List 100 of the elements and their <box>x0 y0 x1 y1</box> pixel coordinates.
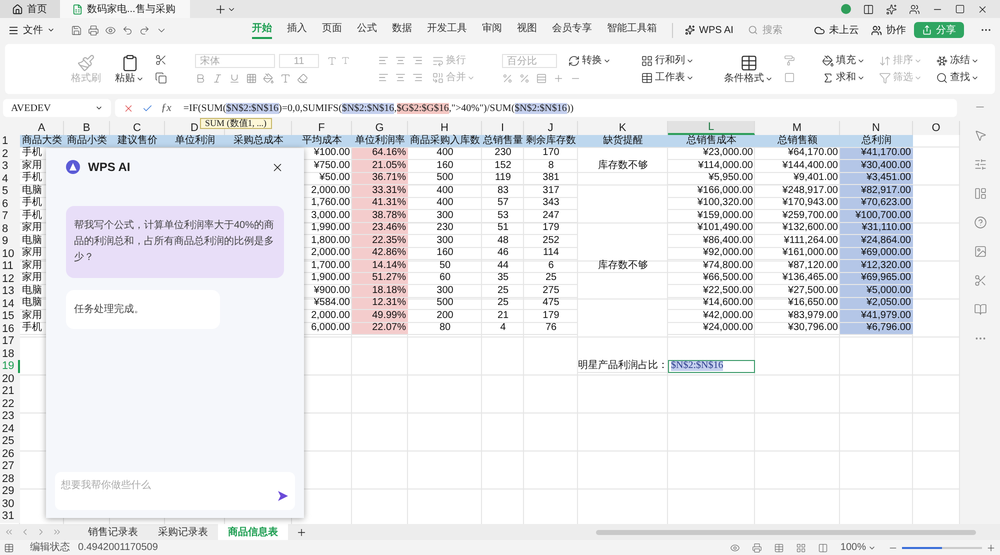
sliders-icon[interactable] <box>974 158 986 171</box>
row-header[interactable]: 30 <box>0 498 20 510</box>
row-header[interactable]: 22 <box>0 398 20 410</box>
sum-button[interactable]: 求和 <box>819 72 868 84</box>
ribbon-tab[interactable]: 页面 <box>322 21 342 39</box>
row-header[interactable]: 31 <box>0 510 20 522</box>
row-header[interactable]: 27 <box>0 460 20 472</box>
column-header[interactable]: O <box>913 121 960 135</box>
align-left-icon[interactable] <box>378 72 389 83</box>
save-icon[interactable] <box>71 24 82 36</box>
redo-icon[interactable] <box>139 24 150 36</box>
row-header[interactable]: 16 <box>0 322 20 335</box>
paste-button[interactable]: 粘贴 <box>112 54 147 84</box>
rows-columns-button[interactable]: 行和列 <box>638 54 697 66</box>
close-icon[interactable] <box>977 4 988 14</box>
percent-icon[interactable] <box>519 73 530 84</box>
horizontal-scrollbar[interactable] <box>596 530 976 534</box>
function-icon[interactable]: ƒx <box>161 100 172 116</box>
row-header[interactable]: 18 <box>0 348 20 360</box>
add-sheet-icon[interactable] <box>296 526 307 538</box>
row-header[interactable]: 11 <box>0 260 20 272</box>
maximize-icon[interactable] <box>955 4 965 14</box>
document-tab[interactable]: 数码家电...售与采购 <box>60 0 190 18</box>
eraser-icon[interactable] <box>297 73 308 84</box>
row-header[interactable]: 26 <box>0 448 20 460</box>
row-header[interactable]: 12 <box>0 272 20 285</box>
ribbon-tab[interactable]: 数据 <box>392 21 412 39</box>
increase-decimal-icon[interactable] <box>553 73 564 84</box>
layout-icon[interactable] <box>863 4 874 14</box>
new-tab-icon[interactable] <box>214 2 227 16</box>
font-color-icon[interactable] <box>280 73 291 84</box>
bold-icon[interactable] <box>195 73 206 84</box>
underline-icon[interactable] <box>229 73 240 84</box>
align-right-icon[interactable] <box>412 72 423 83</box>
fill-button[interactable]: 填充 <box>819 54 868 66</box>
shrink-font-icon[interactable] <box>341 56 350 65</box>
row-header[interactable]: 1 <box>0 135 20 148</box>
cell-style-icon[interactable] <box>784 55 795 66</box>
ribbon-tab[interactable]: 审阅 <box>482 21 502 39</box>
cut-icon[interactable] <box>155 54 167 66</box>
normal-view-icon[interactable] <box>774 542 784 552</box>
help-icon[interactable] <box>974 216 986 229</box>
worksheet-button[interactable]: 工作表 <box>638 72 697 84</box>
file-menu[interactable]: 文件 <box>8 22 55 38</box>
zoom-level[interactable]: 100% <box>840 540 876 555</box>
confirm-icon[interactable] <box>142 102 153 114</box>
row-header[interactable]: 6 <box>0 198 20 210</box>
first-sheet-icon[interactable] <box>4 527 14 537</box>
print-icon[interactable] <box>752 542 762 552</box>
sheet-tab[interactable]: 销售记录表 <box>78 524 148 540</box>
wps-ai-tab[interactable]: WPS AI <box>672 22 734 38</box>
row-header[interactable]: 3 <box>0 160 20 172</box>
scissors-icon[interactable] <box>974 274 986 287</box>
convert-button[interactable]: 转换 <box>565 55 614 67</box>
document-tab[interactable]: 首页 <box>0 0 60 18</box>
send-icon[interactable] <box>277 490 289 502</box>
row-header[interactable]: 9 <box>0 235 20 248</box>
pointer-icon[interactable] <box>974 129 986 142</box>
name-box[interactable]: AVEDEV <box>3 99 111 117</box>
row-header[interactable]: 23 <box>0 410 20 422</box>
page-view-icon[interactable] <box>796 542 806 552</box>
conditional-format-button[interactable]: 条件格式 <box>721 54 776 84</box>
account-icon[interactable] <box>909 4 920 14</box>
ribbon-tab[interactable]: 会员专享 <box>552 21 592 39</box>
eye-icon[interactable] <box>730 542 740 552</box>
row-header[interactable]: 17 <box>0 335 20 348</box>
collaborate-button[interactable]: 协作 <box>871 22 906 38</box>
row-header[interactable]: 15 <box>0 310 20 322</box>
row-header[interactable]: 24 <box>0 422 20 435</box>
align-center-icon[interactable] <box>395 72 406 83</box>
find-button[interactable]: 查找 <box>933 72 982 84</box>
row-header[interactable]: 21 <box>0 385 20 398</box>
border-icon[interactable] <box>246 73 257 84</box>
preview-icon[interactable] <box>105 24 116 36</box>
italic-icon[interactable] <box>212 73 223 84</box>
row-header[interactable]: 8 <box>0 222 20 235</box>
table-style-icon[interactable] <box>784 72 795 83</box>
row-header[interactable]: 25 <box>0 435 20 448</box>
row-header[interactable]: 13 <box>0 285 20 298</box>
grow-font-icon[interactable] <box>327 56 337 66</box>
copy-icon[interactable] <box>155 72 167 84</box>
row-header[interactable]: 4 <box>0 172 20 185</box>
ribbon-tab[interactable]: 智能工具箱 <box>607 21 657 39</box>
row-header[interactable]: 29 <box>0 485 20 498</box>
freeze-button[interactable]: 冻结 <box>933 54 982 66</box>
sheet-mode-icon[interactable] <box>4 542 14 552</box>
fill-color-icon[interactable] <box>263 73 274 84</box>
sheet-tab[interactable]: 采购记录表 <box>148 524 218 540</box>
row-header[interactable]: 14 <box>0 298 20 310</box>
sparkle-icon[interactable] <box>886 4 897 14</box>
page-break-icon[interactable] <box>818 542 828 552</box>
formula-field[interactable]: ƒx =IF(SUM($N$2:$N$16)=0,0,SUMIFS($N$2:$N$16,$G$2:$G$16,">40%")/SUM($N$2:$N$16)) <box>115 99 957 117</box>
row-header[interactable]: 5 <box>0 185 20 198</box>
row-header[interactable]: 2 <box>0 148 20 160</box>
cloud-button[interactable]: 未上云 <box>814 22 859 38</box>
last-sheet-icon[interactable] <box>52 527 62 537</box>
cancel-icon[interactable] <box>123 102 134 114</box>
row-header[interactable]: 20 <box>0 372 20 385</box>
book-icon[interactable] <box>974 303 986 316</box>
column-header[interactable]: L <box>668 121 755 135</box>
